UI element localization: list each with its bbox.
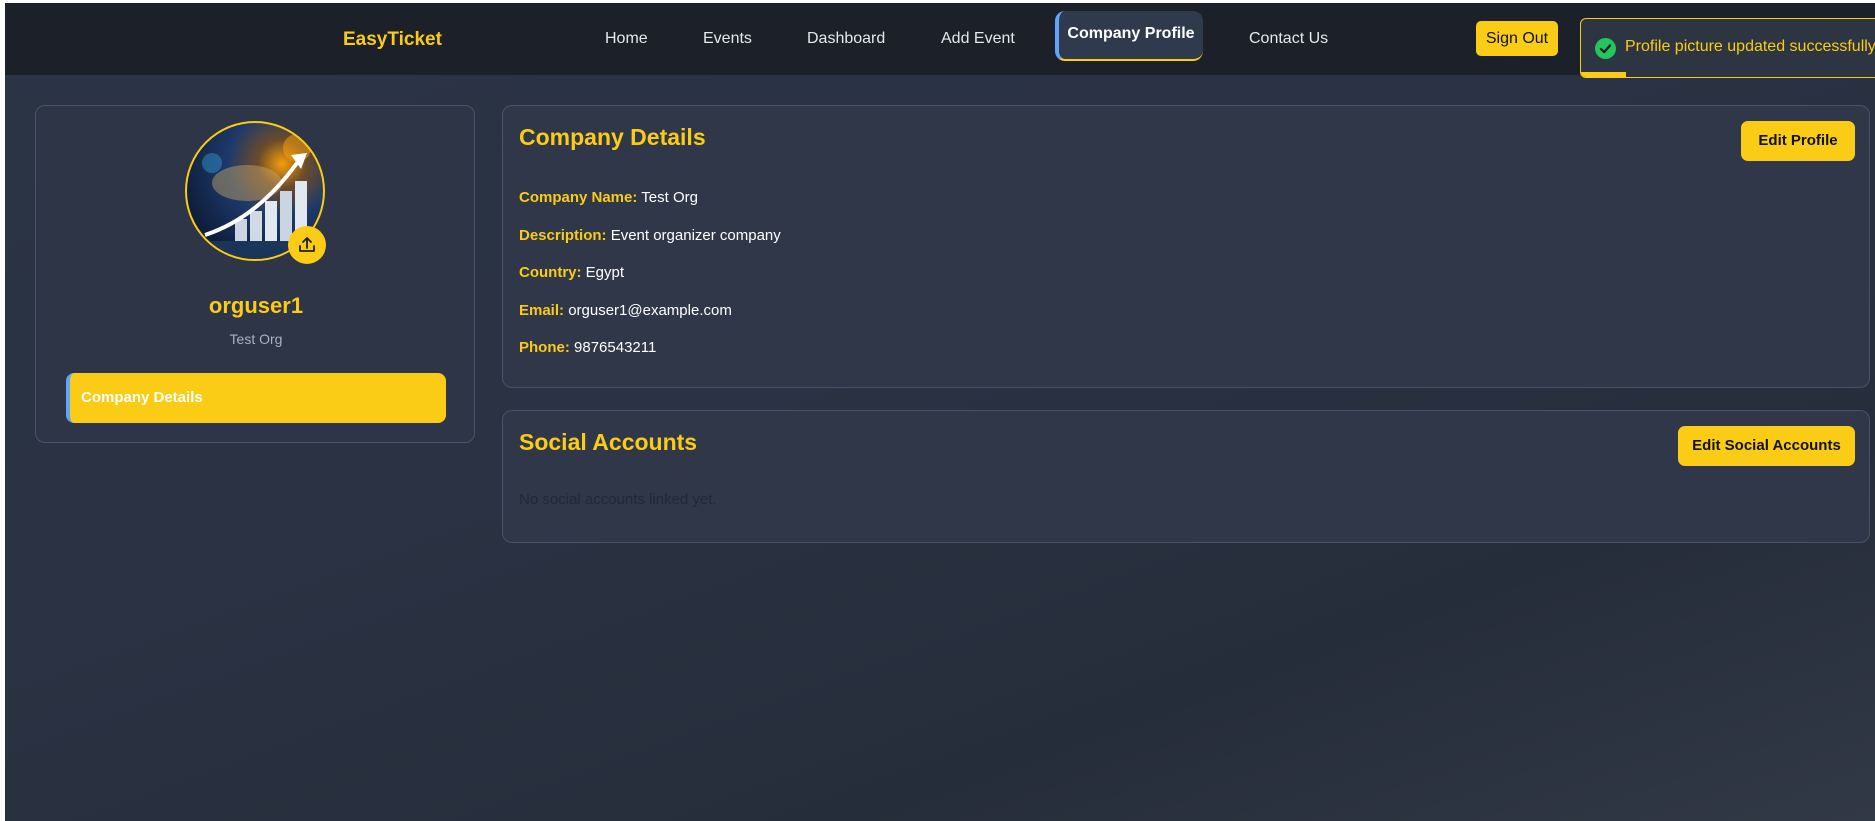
- phone-row: Phone: 9876543211: [519, 339, 656, 356]
- email-row: Email: orguser1@example.com: [519, 302, 732, 319]
- app-window: EasyTicket Home Events Dashboard Add Eve…: [5, 3, 1875, 821]
- profile-sidebar-card: orguser1 Test Org Company Details: [35, 105, 475, 443]
- nav-add-event[interactable]: Add Event: [941, 26, 1015, 52]
- nav-dashboard[interactable]: Dashboard: [807, 26, 885, 52]
- upload-icon: [299, 237, 315, 252]
- nav-events[interactable]: Events: [703, 26, 752, 52]
- social-accounts-empty: No social accounts linked yet.: [519, 491, 717, 508]
- company-name-row: Company Name: Test Org: [519, 189, 698, 206]
- edit-profile-button[interactable]: Edit Profile: [1741, 121, 1855, 161]
- company-name-label: Company Name:: [519, 189, 638, 206]
- social-accounts-card: Social Accounts Edit Social Accounts No …: [502, 410, 1870, 543]
- toast-message: Profile picture updated successfully!: [1625, 38, 1875, 55]
- country-label: Country:: [519, 264, 582, 281]
- description-row: Description: Event organizer company: [519, 227, 781, 244]
- country-value: Egypt: [585, 264, 625, 281]
- email-value: orguser1@example.com: [568, 302, 732, 319]
- description-label: Description:: [519, 227, 607, 244]
- description-value: Event organizer company: [610, 227, 781, 244]
- phone-label: Phone:: [519, 339, 570, 356]
- edit-social-accounts-button[interactable]: Edit Social Accounts: [1678, 426, 1855, 466]
- company-details-card: Company Details Edit Profile Company Nam…: [502, 105, 1870, 388]
- sign-out-button[interactable]: Sign Out: [1476, 21, 1558, 56]
- phone-value: 9876543211: [574, 339, 657, 356]
- social-accounts-title: Social Accounts: [519, 429, 698, 455]
- email-label: Email:: [519, 302, 565, 319]
- company-details-title: Company Details: [519, 124, 706, 150]
- nav-contact-us[interactable]: Contact Us: [1249, 26, 1328, 52]
- profile-org-name: Test Org: [229, 331, 283, 347]
- brand-logo[interactable]: EasyTicket: [343, 29, 442, 51]
- nav-company-profile[interactable]: Company Profile: [1055, 11, 1203, 61]
- check-circle-icon: [1595, 38, 1616, 59]
- country-row: Country: Egypt: [519, 264, 624, 281]
- nav-home[interactable]: Home: [605, 26, 648, 52]
- tab-company-details[interactable]: Company Details: [66, 373, 446, 423]
- toast-progress-bar: [1581, 72, 1626, 77]
- profile-username: orguser1: [208, 293, 304, 318]
- success-toast[interactable]: Profile picture updated successfully!: [1580, 18, 1875, 78]
- company-name-value: Test Org: [641, 189, 698, 206]
- upload-avatar-button[interactable]: [288, 226, 326, 264]
